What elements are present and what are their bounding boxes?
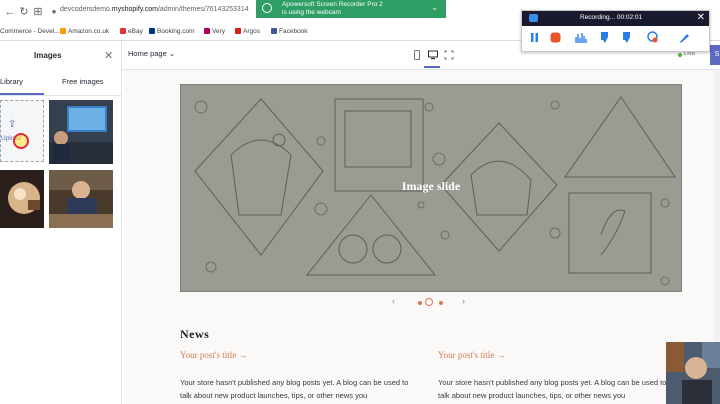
news-heading: News xyxy=(180,327,210,341)
page-selector[interactable]: Home page ⌄ xyxy=(128,49,175,58)
stop-icon[interactable] xyxy=(549,31,562,44)
chevron-right-icon[interactable]: › xyxy=(462,296,465,306)
bookmark-booking[interactable]: Booking.com xyxy=(149,28,195,35)
upload-icon: ⇪ xyxy=(8,119,17,130)
post-excerpt: Your store hasn't published any blog pos… xyxy=(180,378,409,400)
thumbnail-image xyxy=(49,170,113,228)
post-title-link[interactable]: Your post's title → xyxy=(180,350,247,360)
bookmark-label: Facebook xyxy=(279,28,308,35)
thumbnail-image xyxy=(49,100,113,164)
tabs-divider xyxy=(0,95,121,96)
image-thumbnail[interactable] xyxy=(49,170,113,228)
bookmark-label: Argos xyxy=(243,28,260,35)
recording-header: Recording... 00:02:01 ✕ xyxy=(522,11,709,26)
url-path: /admin/themes/76143253314 xyxy=(157,6,249,13)
recorder-logo-icon xyxy=(529,14,538,22)
camera-icon xyxy=(262,3,272,13)
pause-icon[interactable] xyxy=(528,31,541,44)
post-excerpt: Your store hasn't published any blog pos… xyxy=(438,378,667,400)
sidebar-title: Images xyxy=(34,51,62,60)
image-thumbnail[interactable] xyxy=(49,100,113,164)
bookmark-label: Amazon.co.uk xyxy=(68,28,110,35)
webcam-notification[interactable]: Apowersoft Screen Recorder Pro 2 is usin… xyxy=(256,0,446,18)
image-slide[interactable]: Image slide xyxy=(180,84,682,292)
booking-icon xyxy=(149,28,155,34)
bookmark-facebook[interactable]: Facebook xyxy=(271,28,308,35)
slide-dot[interactable] xyxy=(418,301,422,305)
amazon-icon xyxy=(60,28,66,34)
chevron-down-icon[interactable]: ⌄ xyxy=(431,3,438,12)
notification-title: Apowersoft Screen Recorder Pro 2 xyxy=(282,1,383,8)
webcam-overlay xyxy=(666,342,720,404)
desktop-view-icon[interactable] xyxy=(428,50,438,60)
bookmark-label: eBay xyxy=(128,28,143,35)
bookmark-commerce[interactable]: Commerce - Devel... xyxy=(0,28,60,35)
slide-dot-active[interactable] xyxy=(425,298,433,306)
pen-icon[interactable] xyxy=(599,31,612,44)
slide-heading: Image slide xyxy=(401,179,461,193)
post-title-link[interactable]: Your post's title → xyxy=(438,350,505,360)
close-icon[interactable]: ✕ xyxy=(697,12,705,24)
bookmark-very[interactable]: Very xyxy=(204,28,225,35)
live-status-dot xyxy=(678,53,682,57)
view-mode-indicator xyxy=(424,66,440,68)
bookmark-label: Booking.com xyxy=(157,28,195,35)
bookmark-argos[interactable]: Argos xyxy=(235,28,260,35)
url-field[interactable]: devcodersdemo.myshopify.com/admin/themes… xyxy=(60,6,249,13)
bookmark-amazon[interactable]: Amazon.co.uk xyxy=(60,28,109,35)
upload-dropzone[interactable]: ⇪ Upload xyxy=(0,100,44,162)
lock-icon: ● xyxy=(51,7,57,16)
mouse-cursor-highlight xyxy=(13,133,29,149)
bookmark-label: Very xyxy=(212,28,226,35)
page-selector-label: Home page xyxy=(128,49,167,58)
apps-icon[interactable]: ⊞ xyxy=(32,6,44,18)
notification-subtitle: is using the webcam xyxy=(282,9,341,16)
url-prefix: devcodersdemo. xyxy=(60,6,112,13)
webcam-feed xyxy=(666,342,720,404)
save-button[interactable]: S xyxy=(710,45,720,65)
tab-free-images[interactable]: Free images xyxy=(62,77,104,86)
brush-icon[interactable] xyxy=(678,31,691,44)
back-icon[interactable]: ← xyxy=(4,6,16,18)
bookmark-ebay[interactable]: eBay xyxy=(120,28,143,35)
argos-icon xyxy=(235,28,241,34)
ebay-icon xyxy=(120,28,126,34)
slide-dot[interactable] xyxy=(439,301,443,305)
chevron-down-icon: ⌄ xyxy=(168,49,176,58)
mobile-view-icon[interactable] xyxy=(412,50,422,60)
fullscreen-view-icon[interactable] xyxy=(444,50,454,60)
waveform-icon[interactable] xyxy=(575,31,588,44)
image-picker-sidebar: Images ✕ Library Free images ⇪ Upload xyxy=(0,41,122,404)
store-preview: Image slide ‹ › News Your post's title →… xyxy=(124,70,720,404)
bookmark-label: Commerce - Devel... xyxy=(0,28,60,35)
webcam-icon[interactable] xyxy=(646,31,659,44)
chevron-left-icon[interactable]: ‹ xyxy=(392,296,395,306)
marker-icon[interactable] xyxy=(621,31,634,44)
very-icon xyxy=(204,28,210,34)
recording-timer: Recording... 00:02:01 xyxy=(580,14,643,21)
url-domain: myshopify.com xyxy=(111,6,158,13)
tab-library[interactable]: Library xyxy=(0,77,23,86)
facebook-icon xyxy=(271,28,277,34)
image-thumbnail[interactable] xyxy=(0,170,44,228)
close-icon[interactable]: ✕ xyxy=(104,49,113,62)
reload-icon[interactable]: ↻ xyxy=(18,6,30,18)
recording-widget: Recording... 00:02:01 ✕ xyxy=(521,10,710,52)
thumbnail-image xyxy=(0,170,44,228)
